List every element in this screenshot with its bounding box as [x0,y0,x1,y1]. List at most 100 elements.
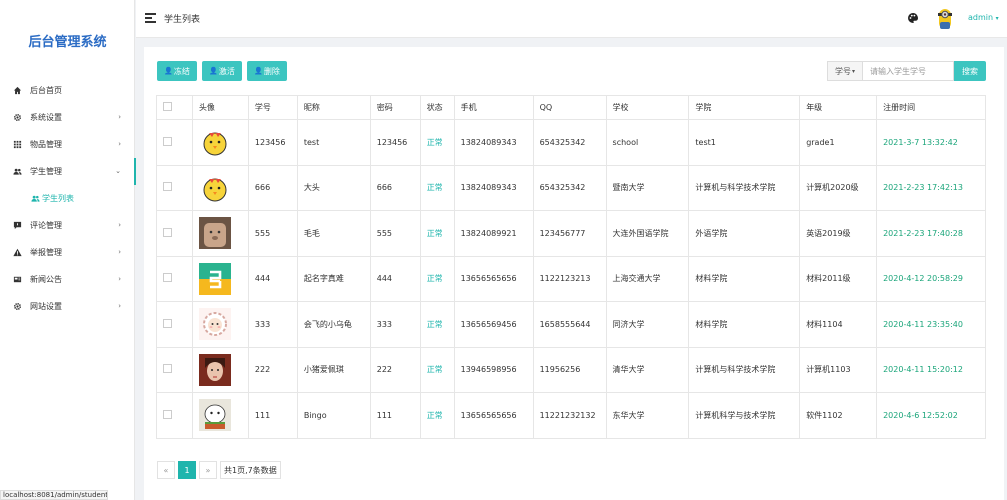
sidebar-item-7[interactable]: 新闻公告 › [0,266,135,293]
table-row[interactable]: 333 会飞的小乌龟 333 正常 13656569456 1658555644 同济大学材… [156,301,986,348]
school: 同济大学 [605,301,690,348]
password: 444 [369,255,421,302]
college: 外语学院 [688,210,801,257]
nickname: 会飞的小乌龟 [296,301,371,348]
page-title: 学生列表 [164,15,201,25]
column-header: 学校 [605,95,690,120]
avatar-cell [191,210,249,257]
sidebar-item-8[interactable]: 网站设置 › [0,293,135,320]
register-time: 2020-4-12 20:58:29 [876,255,986,302]
sidebar-item-6[interactable]: 举报管理 › [0,239,135,266]
table-row[interactable]: 222 小猪爱佩琪 222 正常 13946598956 11956256 清华大学 计算机与… [156,346,986,393]
student-id: 111 [247,392,298,439]
row-checkbox[interactable] [163,364,172,374]
password: 555 [369,210,421,257]
freeze-button[interactable]: 👤 冻结 [157,61,197,81]
sidebar-item-label: 学生管理 [30,167,62,176]
qq: 11221232132 [532,392,607,439]
status-text: 正常 [419,392,455,439]
comment-icon [12,221,22,231]
register-time: 2020-4-6 12:52:02 [876,392,986,439]
table-row[interactable]: 123456 test 123456 正常 13824089343 654325342 sc… [156,119,986,166]
table-row[interactable]: 666 大头 666 正常 13824089343 654325342 暨南大学 计算机与科学… [156,164,986,211]
table-row[interactable]: 111 Bingo 111 正常 13656565656 11221232132 东华大学计… [156,392,986,439]
student-id: 222 [247,346,298,393]
table-row[interactable]: 444 起名字真难 444 正常 13656565656 1122123213 上海交通大学… [156,255,986,302]
search-input[interactable] [863,61,954,81]
college: test1 [688,119,801,166]
sidebar: 后台管理系统 后台首页 系统设置 › 物品管理 › 学生管理 ⌄ 学生列表 评论管理 › 举报管理 ›… [0,0,136,500]
register-time: 2021-2-23 17:42:13 [876,164,986,211]
sidebar-item-label: 后台首页 [30,86,62,95]
gear-icon [12,113,22,123]
search-button[interactable]: 搜索 [954,61,986,81]
status-text: 正常 [419,301,455,348]
menu-toggle-icon[interactable] [145,13,156,23]
sidebar-item-2[interactable]: 物品管理 › [0,131,135,158]
nickname: 毛毛 [296,210,371,257]
nickname: 起名字真难 [296,255,371,302]
sidebar-item-5[interactable]: 评论管理 › [0,212,135,239]
freeze-label: 冻结 [173,66,190,76]
next-page-button[interactable]: » [199,461,217,479]
password: 333 [369,301,421,348]
row-checkbox-cell [156,210,193,257]
user-icon: 👤 [209,67,218,75]
nickname: Bingo [296,392,371,439]
qq: 1658555644 [532,301,607,348]
grade: 计算机2020级 [799,164,878,211]
page-button-current[interactable]: 1 [178,461,196,479]
row-checkbox[interactable] [163,409,172,419]
phone: 13946598956 [453,346,534,393]
select-all-checkbox[interactable] [163,102,172,111]
status-url: localhost:8081/admin/student/list [0,490,108,500]
user-icon: 👤 [254,67,263,75]
user-menu[interactable]: admin ▾ [968,13,999,22]
qq: 1122123213 [532,255,607,302]
sidebar-item-4[interactable]: 学生列表 [0,185,135,212]
grade: grade1 [799,119,878,166]
sidebar-item-label: 评论管理 [30,221,62,230]
sidebar-item-label: 学生列表 [42,194,74,203]
activate-button[interactable]: 👤 激活 [202,61,242,81]
status-text: 正常 [419,164,455,211]
chevron-down-icon: ⌄ [115,167,121,175]
sidebar-item-1[interactable]: 系统设置 › [0,104,135,131]
palette-icon[interactable] [907,12,919,24]
search-field-select[interactable]: 学号 ▾ [827,61,863,81]
college: 计算机科学与技术学院 [688,392,801,439]
sidebar-item-label: 网站设置 [30,302,62,311]
sidebar-item-3[interactable]: 学生管理 ⌄ [0,158,136,185]
row-checkbox[interactable] [163,227,172,237]
news-icon [12,275,22,285]
row-checkbox-cell [156,392,193,439]
row-checkbox[interactable] [163,273,172,283]
status-text: 正常 [419,210,455,257]
row-checkbox[interactable] [163,182,172,192]
row-checkbox[interactable] [163,136,172,146]
password: 666 [369,164,421,211]
column-header: 注册时间 [876,95,986,120]
chevron-right-icon: › [118,221,121,229]
avatar [198,171,231,204]
avatar-cell [191,164,249,211]
row-checkbox[interactable] [163,318,172,328]
user-icon: 👤 [164,67,173,75]
school: 暨南大学 [605,164,690,211]
user-avatar[interactable] [934,6,956,32]
select-all-checkbox-cell [156,95,193,120]
delete-button[interactable]: 👤 删除 [247,61,287,81]
column-header: 年级 [799,95,878,120]
app-title: 后台管理系统 [28,35,107,50]
sidebar-item-0[interactable]: 后台首页 [0,77,135,104]
table-row[interactable]: 555 毛毛 555 正常 13824089921 123456777 大连外国语学院 外语学… [156,210,986,257]
prev-page-button[interactable]: « [157,461,175,479]
search-select-value: 学号 [834,66,851,76]
nickname: 大头 [296,164,371,211]
status-text: 正常 [419,346,455,393]
student-table: 头像 学号 昵称 密码 状态 手机 QQ 学校 学院 年级 注册时间 123456 test 12345… [156,95,986,439]
sidebar-item-label: 物品管理 [30,140,62,149]
college: 材料学院 [688,301,801,348]
column-header: QQ [532,95,607,120]
column-header: 学号 [247,95,298,120]
